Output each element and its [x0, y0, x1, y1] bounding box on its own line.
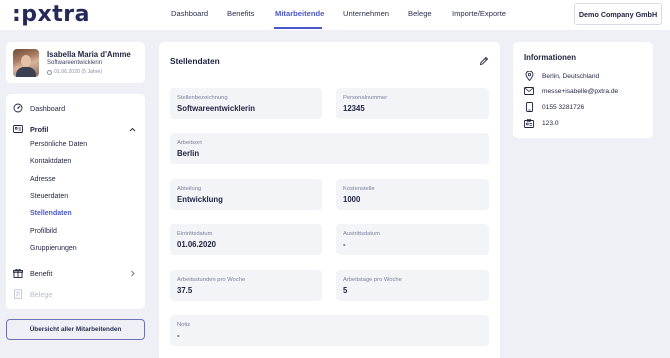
sidebar-item-label: Dashboard	[30, 103, 66, 113]
employee-role: Softwareentwicklerin	[47, 60, 103, 66]
mobile-phone-icon	[524, 102, 534, 112]
mail-envelope-icon	[524, 86, 534, 96]
chevron-right-icon[interactable]	[129, 270, 136, 277]
employee-name: Isabella Maria d'Amme	[47, 50, 131, 59]
sidebar-subitem-kontaktdaten[interactable]: Kontaktdaten	[30, 158, 71, 165]
field-value: 01.06.2020	[177, 240, 217, 249]
nav-dashboard[interactable]: Dashboard	[171, 9, 208, 18]
nav-unternehmen[interactable]: Unternehmen	[343, 9, 389, 18]
field-personalnummer: Personalnummer 12345	[336, 88, 489, 119]
sidebar-item-profil[interactable]: Profil	[6, 122, 145, 136]
field-label: Stellenbezeichnung	[177, 95, 228, 101]
sidebar-item-benefit[interactable]: Benefit	[6, 266, 145, 280]
field-value: 12345	[343, 104, 365, 113]
field-arbeitsstunden-pro-woche: Arbeitsstunden pro Woche 37.5	[170, 270, 322, 301]
sidebar-subitem-profilbild[interactable]: Profilbild	[30, 228, 57, 235]
field-label: Austrittsdatum	[343, 231, 381, 237]
receipt-icon	[13, 289, 23, 299]
employee-profile-card: Isabella Maria d'Amme Softwareentwickler…	[6, 42, 145, 83]
field-notiz: Notiz -	[170, 315, 489, 346]
field-austrittsdatum: Austrittsdatum -	[336, 224, 489, 255]
field-abteilung: Abteilung Entwicklung	[170, 179, 322, 210]
sidebar-subitem-adresse[interactable]: Adresse	[30, 176, 56, 183]
field-label: Arbeitsstunden pro Woche	[177, 277, 246, 283]
sidebar-item-label: Benefit	[30, 268, 53, 278]
info-email: messe+isabelle@pxtra.de	[524, 86, 618, 96]
employee-sidebar-nav: Dashboard Profil Persönliche Daten Konta…	[6, 94, 145, 309]
info-email-text[interactable]: messe+isabelle@pxtra.de	[542, 88, 618, 95]
field-label: Eintrittsdatum	[177, 231, 213, 237]
field-label: Abteilung	[177, 186, 202, 192]
company-switcher-button[interactable]: Demo Company GmbH	[574, 3, 662, 25]
active-nav-indicator	[274, 27, 322, 29]
id-badge-icon	[524, 118, 534, 128]
edit-pencil-icon[interactable]	[479, 56, 489, 66]
field-value: 1000	[343, 195, 361, 204]
field-value: 37.5	[177, 286, 193, 295]
sidebar-subitem-steuerdaten[interactable]: Steuerdaten	[30, 193, 68, 200]
info-title: Informationen	[524, 53, 576, 62]
sidebar-subitem-persoenliche-daten[interactable]: Persönliche Daten	[30, 141, 87, 148]
sidebar-item-label: Profil	[30, 124, 49, 134]
chevron-up-icon[interactable]	[129, 126, 136, 133]
field-label: Notiz	[177, 322, 191, 328]
field-value: Entwicklung	[177, 195, 223, 204]
top-navigation-bar: :pxtra Dashboard Benefits Mitarbeitende …	[0, 0, 670, 30]
sidebar-item-label: Belege	[30, 289, 53, 299]
stellendaten-card: Stellendaten Stellenbezeichnung Software…	[159, 42, 500, 358]
informationen-card: Informationen Berlin, Deutschland messe+…	[513, 42, 653, 138]
sidebar-subitem-stellendaten[interactable]: Stellendaten	[30, 210, 72, 217]
nav-benefits[interactable]: Benefits	[227, 9, 254, 18]
info-phone-text[interactable]: 0155 3281726	[542, 104, 584, 111]
employee-since-text: 01.06.2020 (5 Jahre)	[54, 69, 103, 75]
avatar	[13, 49, 39, 77]
field-value: Berlin	[177, 149, 200, 158]
all-employees-overview-button[interactable]: Übersicht aller Mitarbeitenden	[6, 319, 145, 340]
gift-icon	[13, 268, 23, 278]
pxtra-logo[interactable]: :pxtra	[12, 2, 90, 27]
profile-card-icon	[13, 124, 23, 134]
location-pin-icon	[524, 71, 534, 81]
sidebar-subitem-gruppierungen[interactable]: Gruppierungen	[30, 245, 77, 252]
section-title: Stellendaten	[170, 56, 220, 66]
field-arbeitstage-pro-woche: Arbeitstage pro Woche 5	[336, 270, 489, 301]
nav-mitarbeitende[interactable]: Mitarbeitende	[275, 9, 324, 18]
info-id-text: 123.0	[542, 119, 559, 127]
sidebar-item-dashboard[interactable]: Dashboard	[6, 101, 145, 115]
clock-icon	[47, 69, 52, 75]
field-value: -	[177, 331, 180, 340]
field-label: Personalnummer	[343, 95, 388, 101]
info-phone: 0155 3281726	[524, 102, 584, 112]
field-kostenstelle: Kostenstelle 1000	[336, 179, 489, 210]
field-label: Arbeitstage pro Woche	[343, 277, 402, 283]
nav-belege[interactable]: Belege	[408, 9, 432, 18]
info-location: Berlin, Deutschland	[524, 71, 599, 81]
info-location-text: Berlin, Deutschland	[542, 72, 600, 80]
info-id: 123.0	[524, 118, 559, 128]
field-label: Kostenstelle	[343, 186, 375, 192]
field-label: Arbeitsort	[177, 140, 202, 146]
field-eintrittsdatum: Eintrittsdatum 01.06.2020	[170, 224, 322, 255]
field-value: 5	[343, 286, 348, 295]
field-value: -	[343, 240, 346, 249]
nav-importe-exporte[interactable]: Importe/Exporte	[452, 9, 506, 18]
employee-since: 01.06.2020 (5 Jahre)	[47, 69, 102, 75]
sidebar-item-belege: Belege	[6, 287, 145, 301]
field-stellenbezeichnung: Stellenbezeichnung Softwareentwicklerin	[170, 88, 322, 119]
field-value: Softwareentwicklerin	[177, 104, 255, 113]
field-arbeitsort: Arbeitsort Berlin	[170, 133, 489, 164]
dashboard-gauge-icon	[13, 103, 23, 113]
